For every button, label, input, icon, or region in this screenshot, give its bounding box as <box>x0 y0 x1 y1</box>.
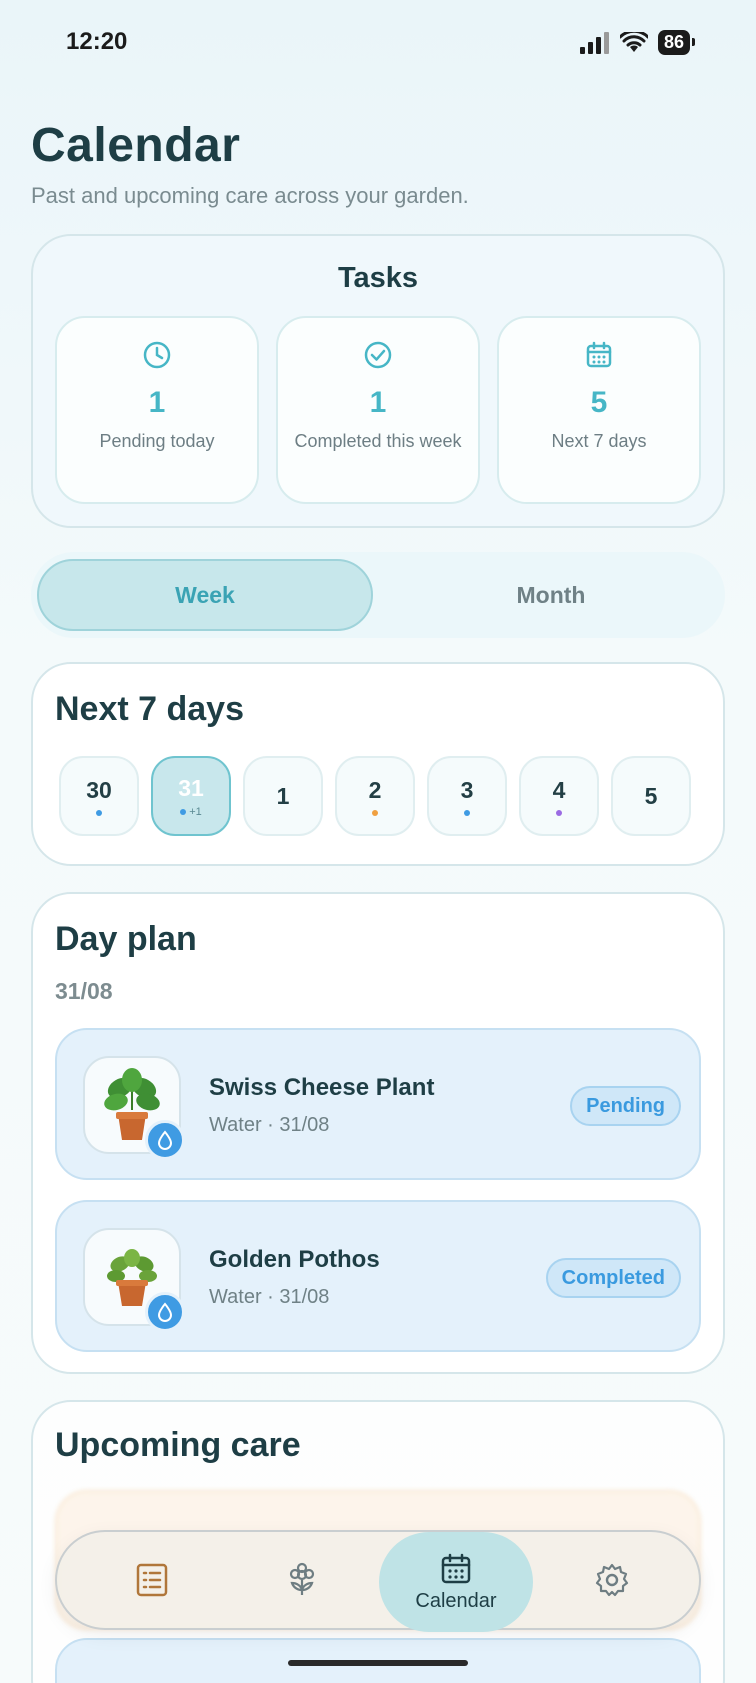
stat-label: Next 7 days <box>551 431 647 451</box>
task-item[interactable]: Swiss Cheese Plant Water · 31/08 Pending <box>55 1028 701 1180</box>
day-chip[interactable]: 4 <box>519 756 599 836</box>
status-badge[interactable]: Pending <box>570 1086 681 1126</box>
day-number: 31 <box>178 774 204 801</box>
stat-label: Pending today <box>99 431 215 451</box>
day-number: 1 <box>276 782 290 809</box>
task-dot <box>180 808 187 815</box>
extra-count: +1 <box>189 805 202 818</box>
task-dots: +1 <box>180 806 202 818</box>
day-chip[interactable]: 2 <box>335 756 415 836</box>
day-number: 4 <box>552 776 566 803</box>
page-title: Calendar <box>31 119 241 172</box>
stat-pending-today[interactable]: 1 Pending today <box>55 316 259 504</box>
home-indicator <box>288 1660 468 1666</box>
status-time: 12:20 <box>66 28 128 55</box>
day-plan-title: Day plan <box>55 920 197 958</box>
day-chip[interactable]: 1 <box>243 756 323 836</box>
nav-calendar[interactable]: Calendar <box>379 1532 533 1632</box>
water-drop-icon <box>145 1292 185 1332</box>
task-dot <box>372 809 378 816</box>
next-7-days-card: Next 7 days 30 31 +1 1 2 3 4 5 <box>31 662 725 866</box>
task-dot <box>556 809 562 816</box>
month-toggle-button[interactable]: Month <box>383 559 719 631</box>
nav-plants[interactable] <box>257 1532 347 1628</box>
upcoming-care-title: Upcoming care <box>55 1426 301 1464</box>
task-detail: Water · 31/08 <box>209 1114 330 1136</box>
task-dot <box>464 809 470 816</box>
stat-label: Completed this week <box>294 431 462 451</box>
list-icon <box>136 1563 168 1597</box>
check-circle-icon <box>364 341 392 369</box>
status-icons: 86 <box>579 30 696 55</box>
view-toggle: Week Month <box>31 552 725 638</box>
task-item[interactable]: Golden Pothos Water · 31/08 Completed <box>55 1200 701 1352</box>
task-detail: Water · 31/08 <box>209 1286 330 1308</box>
day-number: 5 <box>644 782 658 809</box>
day-chip-selected[interactable]: 31 +1 <box>151 756 231 836</box>
wifi-icon <box>619 31 648 52</box>
stat-completed-week[interactable]: 1 Completed this week <box>276 316 480 504</box>
day-plan-card: Day plan 31/08 Swiss Cheese Plant Water … <box>31 892 725 1374</box>
next-7-days-title: Next 7 days <box>55 690 244 728</box>
nav-settings[interactable] <box>567 1532 657 1628</box>
stat-value: 1 <box>148 386 166 419</box>
stat-next-7-days[interactable]: 5 Next 7 days <box>497 316 701 504</box>
day-chip[interactable]: 3 <box>427 756 507 836</box>
status-bar: 12:20 86 <box>0 0 756 84</box>
bottom-nav: Calendar <box>55 1530 701 1632</box>
tasks-title: Tasks <box>337 262 419 294</box>
flower-icon <box>289 1562 315 1595</box>
day-number: 3 <box>460 776 474 803</box>
water-drop-icon <box>145 1120 185 1160</box>
battery-indicator: 86 <box>657 30 696 55</box>
signal-icon <box>579 31 609 54</box>
plant-name: Swiss Cheese Plant <box>209 1074 435 1101</box>
calendar-icon <box>586 341 612 368</box>
day-chip[interactable]: 5 <box>611 756 691 836</box>
stat-value: 1 <box>369 386 387 419</box>
nav-calendar-label: Calendar <box>415 1589 497 1612</box>
day-plan-date: 31/08 <box>55 978 113 1004</box>
tasks-summary-card: Tasks 1 Pending today 1 Completed this w… <box>31 234 725 528</box>
page-subtitle: Past and upcoming care across your garde… <box>31 183 469 208</box>
day-number: 30 <box>86 776 112 803</box>
task-dot <box>96 809 102 816</box>
day-number: 2 <box>368 776 382 803</box>
status-badge[interactable]: Completed <box>545 1258 681 1298</box>
gear-icon <box>595 1563 629 1597</box>
clock-icon <box>143 341 171 369</box>
calendar-icon <box>441 1553 471 1583</box>
stat-value: 5 <box>590 386 608 419</box>
plant-name: Golden Pothos <box>209 1246 380 1273</box>
day-chip[interactable]: 30 <box>59 756 139 836</box>
week-toggle-button[interactable]: Week <box>37 559 373 631</box>
nav-tasks-list[interactable] <box>107 1532 197 1628</box>
